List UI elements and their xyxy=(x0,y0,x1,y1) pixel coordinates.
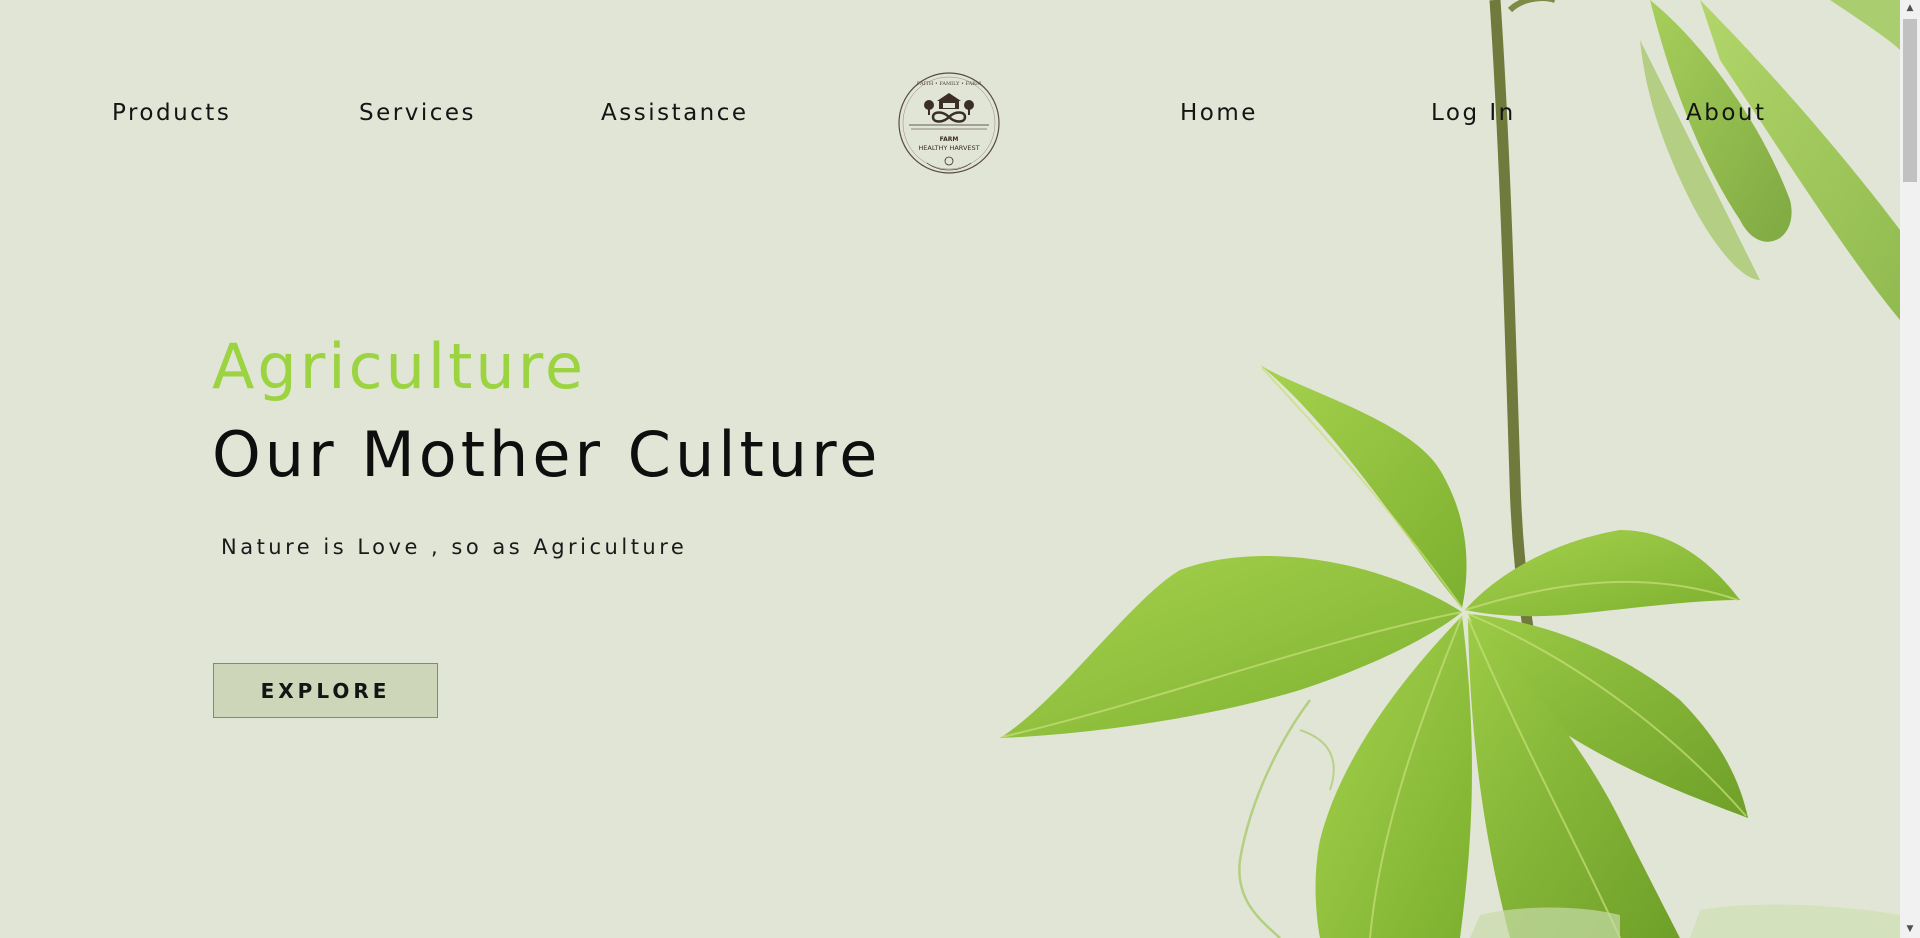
vertical-scrollbar[interactable]: ▲ ▼ xyxy=(1900,0,1920,938)
hero-title: Our Mother Culture xyxy=(212,418,882,491)
nav-home[interactable]: Home xyxy=(1180,100,1258,126)
farm-logo[interactable]: FAITH • FAMILY • FARM FARM HEALTHY HARVE… xyxy=(897,71,1001,175)
page: Products Services Assistance FAITH • FAM… xyxy=(0,0,1920,938)
hero-accent-heading: Agriculture xyxy=(212,330,586,403)
nav-services[interactable]: Services xyxy=(359,100,476,126)
scrollbar-thumb[interactable] xyxy=(1903,19,1917,182)
arrow-down-icon[interactable]: ▼ xyxy=(1900,921,1920,938)
logo-bottom-text: HEALTHY HARVEST xyxy=(918,144,979,152)
nav-log-in[interactable]: Log In xyxy=(1431,100,1516,126)
arrow-up-icon[interactable]: ▲ xyxy=(1900,0,1920,17)
nav-assistance[interactable]: Assistance xyxy=(601,100,749,126)
nav-products[interactable]: Products xyxy=(112,100,231,126)
logo-top-text: FAITH • FAMILY • FARM xyxy=(917,81,981,87)
hero-tagline: Nature is Love , so as Agriculture xyxy=(221,535,688,559)
explore-button[interactable]: EXPLORE xyxy=(213,663,438,718)
logo-middle-text: FARM xyxy=(940,136,959,143)
nav-about[interactable]: About xyxy=(1686,100,1767,126)
